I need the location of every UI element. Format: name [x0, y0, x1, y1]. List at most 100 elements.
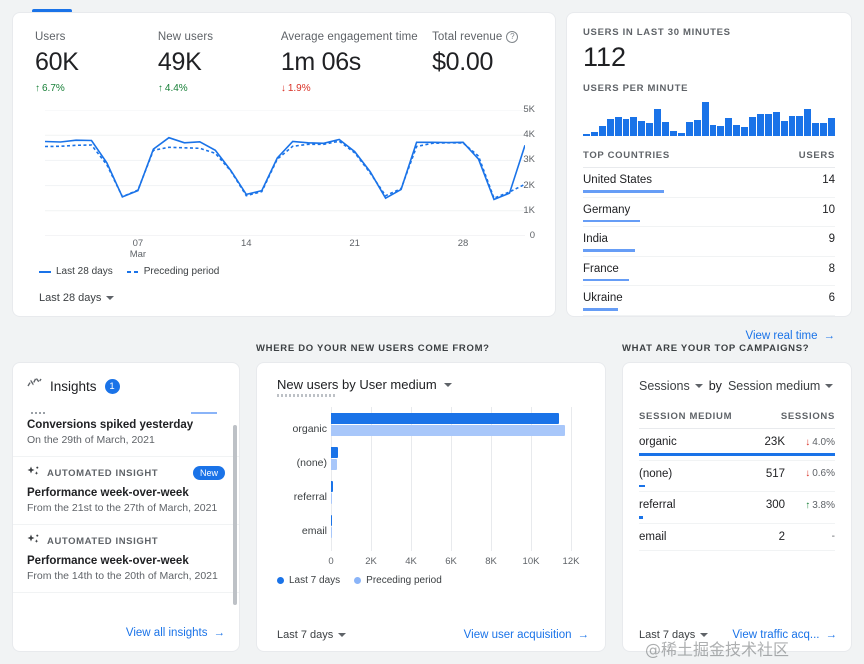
country-row[interactable]: United States 14 — [583, 168, 835, 198]
arrow-right-icon: → — [823, 329, 836, 342]
watermark: @稀土掘金技术社区 — [645, 640, 790, 659]
country-row[interactable]: India 9 — [583, 227, 835, 257]
trend-up-icon: ↑ — [157, 83, 163, 94]
help-icon[interactable]: ? — [506, 31, 519, 43]
sparkline-dash — [31, 412, 45, 414]
y-tick-5K: 5K — [523, 104, 535, 115]
campaign-medium: email — [639, 530, 667, 543]
realtime-card: USERS IN LAST 30 MINUTES 112 USERS PER M… — [566, 12, 852, 342]
rt-bar-29 — [812, 122, 820, 136]
legend-swatch-solid — [39, 270, 51, 273]
legend-dot-0 — [277, 577, 284, 584]
chevron-down-icon — [338, 633, 347, 637]
trend-down-icon: ↓ — [280, 83, 286, 94]
y-tick-3K: 3K — [523, 154, 535, 166]
country-users: 14 — [822, 174, 835, 186]
title-underline-dots — [277, 394, 335, 397]
metric-card-3: Total revenue? $0.00 — [432, 31, 555, 94]
campaigns-table-body: organic 23K ↓ 4.0% (none) 517 ↓ 0.6% referral 300… — [623, 429, 851, 551]
campaign-change: - — [831, 531, 835, 542]
view-all-insights-link[interactable]: View all insights → — [126, 627, 225, 639]
insight-item[interactable]: AUTOMATED INSIGHT New Performance week-ove… — [13, 457, 239, 525]
users-line-chart: 0 1K 2K 3K 4K 5K 07 Mar 14 21 28 — [35, 104, 535, 260]
country-row[interactable]: Ukraine 6 — [583, 286, 835, 316]
rt-bar-27 — [796, 115, 804, 136]
campaigns-card: Sessions by Session medium SESSION MEDIU… — [622, 362, 852, 652]
insight-subtitle: From the 21st to the 27th of March, 2021 — [27, 502, 218, 514]
rt-bar-3 — [606, 119, 614, 136]
metric-card-0: Users 60K ↑ 6.7% — [35, 31, 158, 94]
new-users-title-dropdown[interactable]: New users by User medium — [257, 363, 605, 392]
campaign-row[interactable]: (none) 517 ↓ 0.6% — [639, 461, 835, 492]
line-chart-x-axis: 07 Mar 14 21 28 — [35, 238, 493, 266]
bar-x-tick-12K: 12K — [562, 556, 580, 567]
bar-current-email — [331, 515, 332, 526]
insight-kicker-label: AUTOMATED INSIGHT — [47, 535, 159, 547]
country-name: United States — [583, 174, 653, 186]
top-countries-list: United States 14 Germany 10 India 9 France 8 Ukr… — [583, 168, 835, 316]
trend-down-icon: ↓ — [805, 468, 811, 479]
bar-current-organic — [331, 413, 559, 424]
rt-bar-5 — [622, 118, 630, 136]
insight-item[interactable]: AUTOMATED INSIGHT Performance week-over-w… — [13, 525, 239, 593]
overview-card: Users 60K ↑ 6.7% New users 49K ↑ 4.4% Average en… — [12, 12, 556, 317]
campaigns-metric-label: Sessions — [639, 379, 690, 393]
bar-x-tick-0: 0 — [328, 556, 334, 567]
insights-icon — [27, 376, 42, 395]
campaign-row[interactable]: referral 300 ↑ 3.8% — [639, 492, 835, 524]
insight-item[interactable]: Conversions spiked yesterday On the 29th … — [13, 401, 239, 457]
metric-value-0: 60K — [35, 48, 79, 76]
rt-bar-18 — [725, 118, 733, 136]
new-users-section-caption: WHERE DO YOUR NEW USERS COME FROM? — [256, 343, 490, 354]
bar-current-(none) — [331, 447, 338, 458]
campaign-row[interactable]: email 2 - — [639, 524, 835, 551]
view-user-acquisition-link[interactable]: View user acquisition → — [464, 629, 589, 641]
arrow-right-icon: → — [577, 629, 590, 641]
country-bar — [583, 190, 664, 193]
x-tick-07: 07 Mar — [129, 238, 147, 260]
rt-bar-30 — [820, 123, 828, 136]
country-bar — [583, 249, 635, 252]
view-real-time-link[interactable]: View real time → — [745, 330, 835, 342]
rt-bar-2 — [598, 126, 606, 136]
insights-header: Insights 1 — [13, 363, 239, 401]
rt-bar-4 — [614, 116, 622, 136]
trend-up-icon: ↑ — [35, 83, 40, 94]
bar-legend-item-1: Preceding period — [354, 575, 442, 586]
new-users-card: New users by User medium 0 2K 4K 6K 8K 10K 12K… — [256, 362, 606, 652]
new-users-date-range-dropdown[interactable]: Last 7 days — [277, 629, 347, 641]
x-tick-28: 28 — [457, 238, 469, 249]
country-users: 6 — [828, 292, 835, 304]
insights-scrollbar[interactable] — [233, 425, 237, 605]
rt-bar-31 — [828, 118, 835, 136]
country-row[interactable]: France 8 — [583, 257, 835, 286]
campaign-sessions: 23K — [764, 436, 785, 448]
campaign-sessions: 517 — [765, 467, 785, 480]
country-name: India — [583, 233, 608, 245]
metric-label-1: New users — [157, 31, 214, 43]
campaigns-dimension-dropdown[interactable]: Session medium — [728, 379, 834, 393]
metric-label-3: Total revenue? — [432, 31, 555, 43]
legend-item-1: Preceding period — [126, 266, 219, 277]
country-row[interactable]: Germany 10 — [583, 198, 835, 227]
rt-bar-24 — [772, 112, 780, 136]
y-tick-1K: 1K — [523, 204, 535, 216]
metric-delta-2: ↓ 1.9% — [280, 83, 311, 94]
chevron-down-icon — [443, 382, 452, 387]
campaigns-metric-dropdown[interactable]: Sessions — [639, 379, 703, 393]
bar-group-organic: organic — [271, 413, 593, 436]
overview-date-range-label: Last 28 days — [39, 292, 102, 304]
bar-previous-organic — [331, 425, 565, 436]
campaign-row[interactable]: organic 23K ↓ 4.0% — [639, 429, 835, 461]
new-badge: New — [192, 466, 225, 480]
insight-sparkline — [27, 405, 225, 419]
insight-kicker-label: AUTOMATED INSIGHT — [47, 467, 159, 479]
overview-date-range-dropdown[interactable]: Last 28 days — [39, 292, 115, 304]
country-users: 10 — [822, 203, 835, 216]
campaign-medium: (none) — [639, 467, 673, 480]
bar-group-(none): (none) — [271, 447, 593, 470]
country-users: 8 — [828, 262, 835, 275]
bar-legend-item-0: Last 7 days — [277, 575, 340, 586]
metric-label-2: Average engagement time — [280, 31, 418, 43]
rt-bar-13 — [685, 121, 693, 136]
